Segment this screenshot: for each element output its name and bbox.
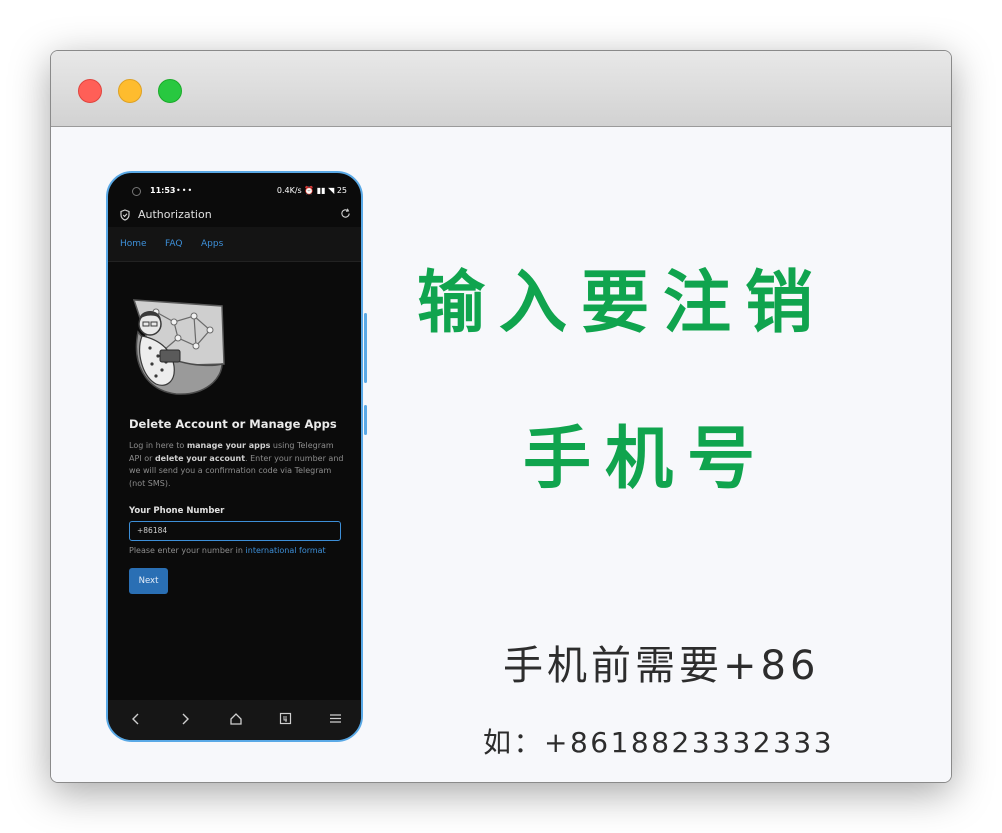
phone-power-button — [364, 405, 367, 435]
shield-icon — [120, 209, 130, 221]
phone-hint: Please enter your number in internationa… — [129, 546, 326, 555]
status-time: 11:53 — [150, 186, 176, 195]
page-heading: Delete Account or Manage Apps — [129, 417, 337, 431]
prefix-note: 手机前需要+86 — [503, 643, 820, 689]
menu-icon[interactable] — [329, 712, 342, 725]
zoom-button[interactable] — [158, 79, 182, 103]
forward-icon[interactable] — [180, 712, 190, 726]
tabs-icon[interactable] — [279, 712, 292, 725]
phone-mockup: 11:53 ••• 0.4K/s ⏰ ▮▮ ◥ 25 Authorization… — [106, 171, 363, 742]
headline-line-2: 手机号 — [523, 420, 770, 499]
nav-faq-link[interactable]: FAQ — [165, 239, 182, 249]
close-button[interactable] — [78, 79, 102, 103]
phone-number-input[interactable]: +86184 — [129, 521, 341, 541]
international-format-link[interactable]: international format — [246, 546, 326, 555]
minimize-button[interactable] — [118, 79, 142, 103]
camera-icon — [132, 187, 141, 196]
status-dots: ••• — [176, 186, 194, 195]
nav-apps-link[interactable]: Apps — [201, 239, 223, 249]
phone-volume-button — [364, 313, 367, 383]
page-body: Delete Account or Manage Apps Log in her… — [108, 262, 361, 700]
page-description: Log in here to manage your apps using Te… — [129, 441, 344, 488]
phone-number-label: Your Phone Number — [129, 506, 225, 516]
site-nav: Home FAQ Apps — [108, 227, 361, 262]
headline-line-1: 输入要注销 — [417, 264, 828, 343]
telegram-illustration — [132, 299, 225, 395]
app-title-bar: Authorization — [108, 203, 361, 227]
status-indicators: 0.4K/s ⏰ ▮▮ ◥ 25 — [276, 186, 347, 195]
title-bar — [51, 51, 951, 127]
example-number: 如：+8618823332333 — [483, 726, 835, 759]
content-area: 11:53 ••• 0.4K/s ⏰ ▮▮ ◥ 25 Authorization… — [51, 127, 951, 782]
browser-window: 11:53 ••• 0.4K/s ⏰ ▮▮ ◥ 25 Authorization… — [50, 50, 952, 783]
browser-bottom-bar — [108, 700, 361, 740]
reload-icon[interactable] — [340, 208, 351, 219]
status-bar: 11:53 ••• 0.4K/s ⏰ ▮▮ ◥ 25 — [108, 173, 361, 203]
nav-home-link[interactable]: Home — [120, 239, 147, 249]
home-icon[interactable] — [229, 712, 243, 726]
app-title: Authorization — [138, 208, 212, 221]
next-button[interactable]: Next — [129, 568, 168, 594]
back-icon[interactable] — [131, 712, 141, 726]
